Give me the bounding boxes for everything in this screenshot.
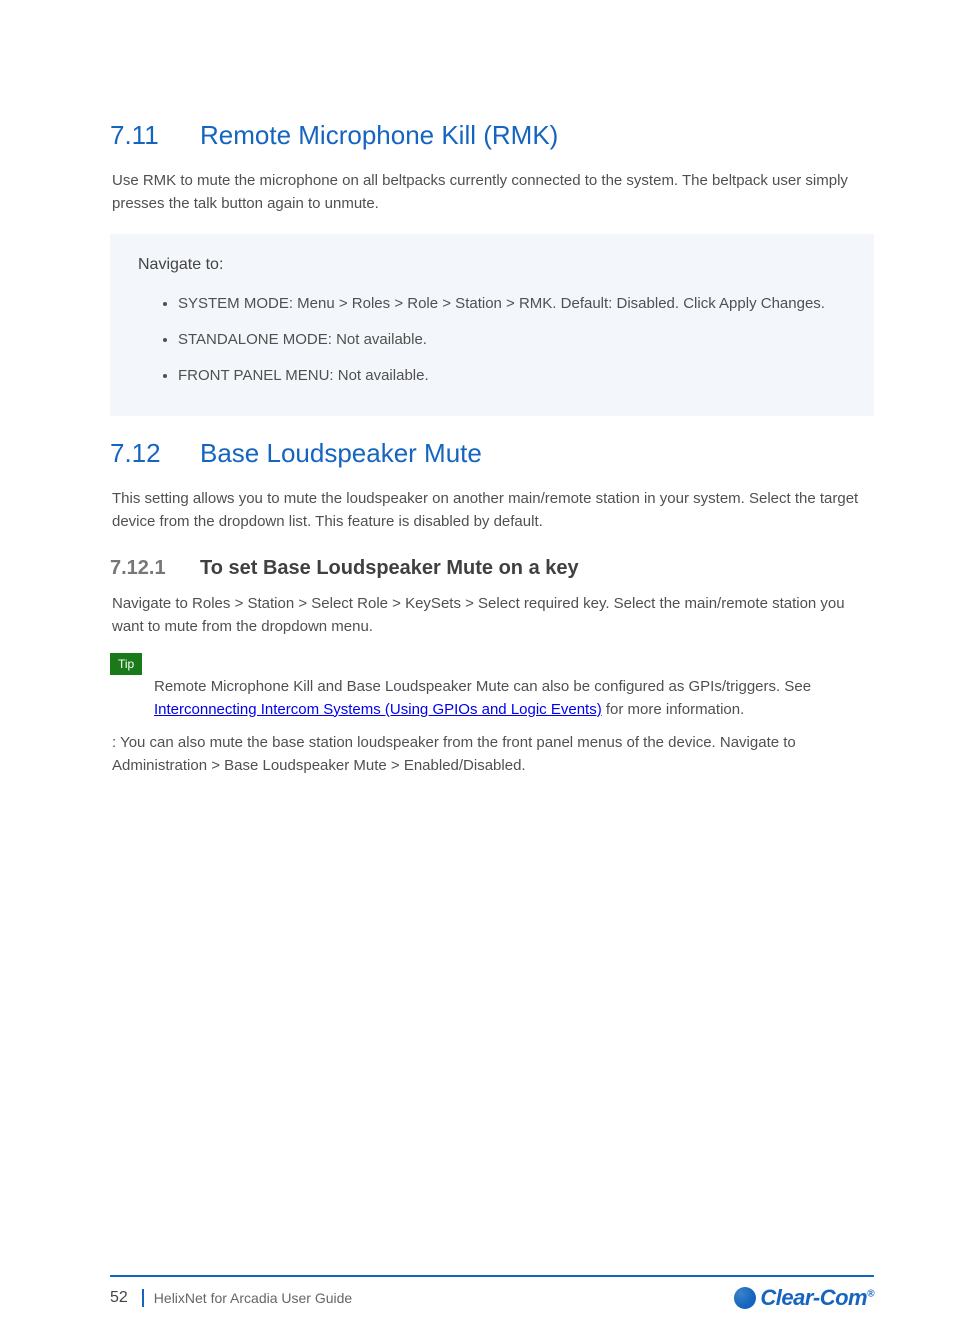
subsection-number: 7.12.1 (110, 557, 200, 580)
section-heading-rmk: 7.11Remote Microphone Kill (RMK) (110, 120, 874, 151)
tip-text-post: for more information. (602, 701, 745, 718)
panel-title: Navigate to: (138, 256, 846, 274)
nav-item-standalone-mode: STANDALONE MODE: Not available. (178, 322, 846, 358)
tip-link[interactable]: Interconnecting Intercom Systems (Using … (154, 701, 602, 718)
clearcom-logo: Clear-Com® (734, 1285, 874, 1311)
page-number: 52 (110, 1289, 144, 1307)
tip-paragraph: Remote Microphone Kill and Base Loudspea… (154, 675, 874, 722)
subsection-body: Navigate to Roles > Station > Select Rol… (112, 592, 874, 639)
logo-text: Clear-Com® (760, 1285, 874, 1311)
subsection-heading: 7.12.1To set Base Loudspeaker Mute on a … (110, 557, 874, 580)
page-footer: 52 HelixNet for Arcadia User Guide Clear… (110, 1277, 874, 1311)
subsection-title: To set Base Loudspeaker Mute on a key (200, 557, 579, 579)
section-number: 7.12 (110, 438, 200, 469)
nav-item-system-mode: SYSTEM MODE: Menu > Roles > Role > Stati… (178, 286, 846, 322)
tip-box: Tip Remote Microphone Kill and Base Loud… (110, 653, 874, 722)
navigate-panel: Navigate to: SYSTEM MODE: Menu > Roles >… (110, 234, 874, 416)
section-title: Base Loudspeaker Mute (200, 438, 482, 468)
blm-front-panel-note: : You can also mute the base station lou… (112, 731, 874, 778)
section-heading-blm: 7.12Base Loudspeaker Mute (110, 438, 874, 469)
nav-item-front-panel: FRONT PANEL MENU: Not available. (178, 358, 846, 394)
doc-title: HelixNet for Arcadia User Guide (154, 1290, 352, 1306)
nav-list: SYSTEM MODE: Menu > Roles > Role > Stati… (178, 286, 846, 394)
tip-badge: Tip (110, 653, 142, 675)
section-title: Remote Microphone Kill (RMK) (200, 120, 558, 150)
tip-text-pre: Remote Microphone Kill and Base Loudspea… (154, 678, 811, 695)
blm-description: This setting allows you to mute the loud… (112, 487, 874, 534)
section-number: 7.11 (110, 120, 200, 151)
rmk-description: Use RMK to mute the microphone on all be… (112, 169, 874, 216)
globe-icon (734, 1287, 756, 1309)
